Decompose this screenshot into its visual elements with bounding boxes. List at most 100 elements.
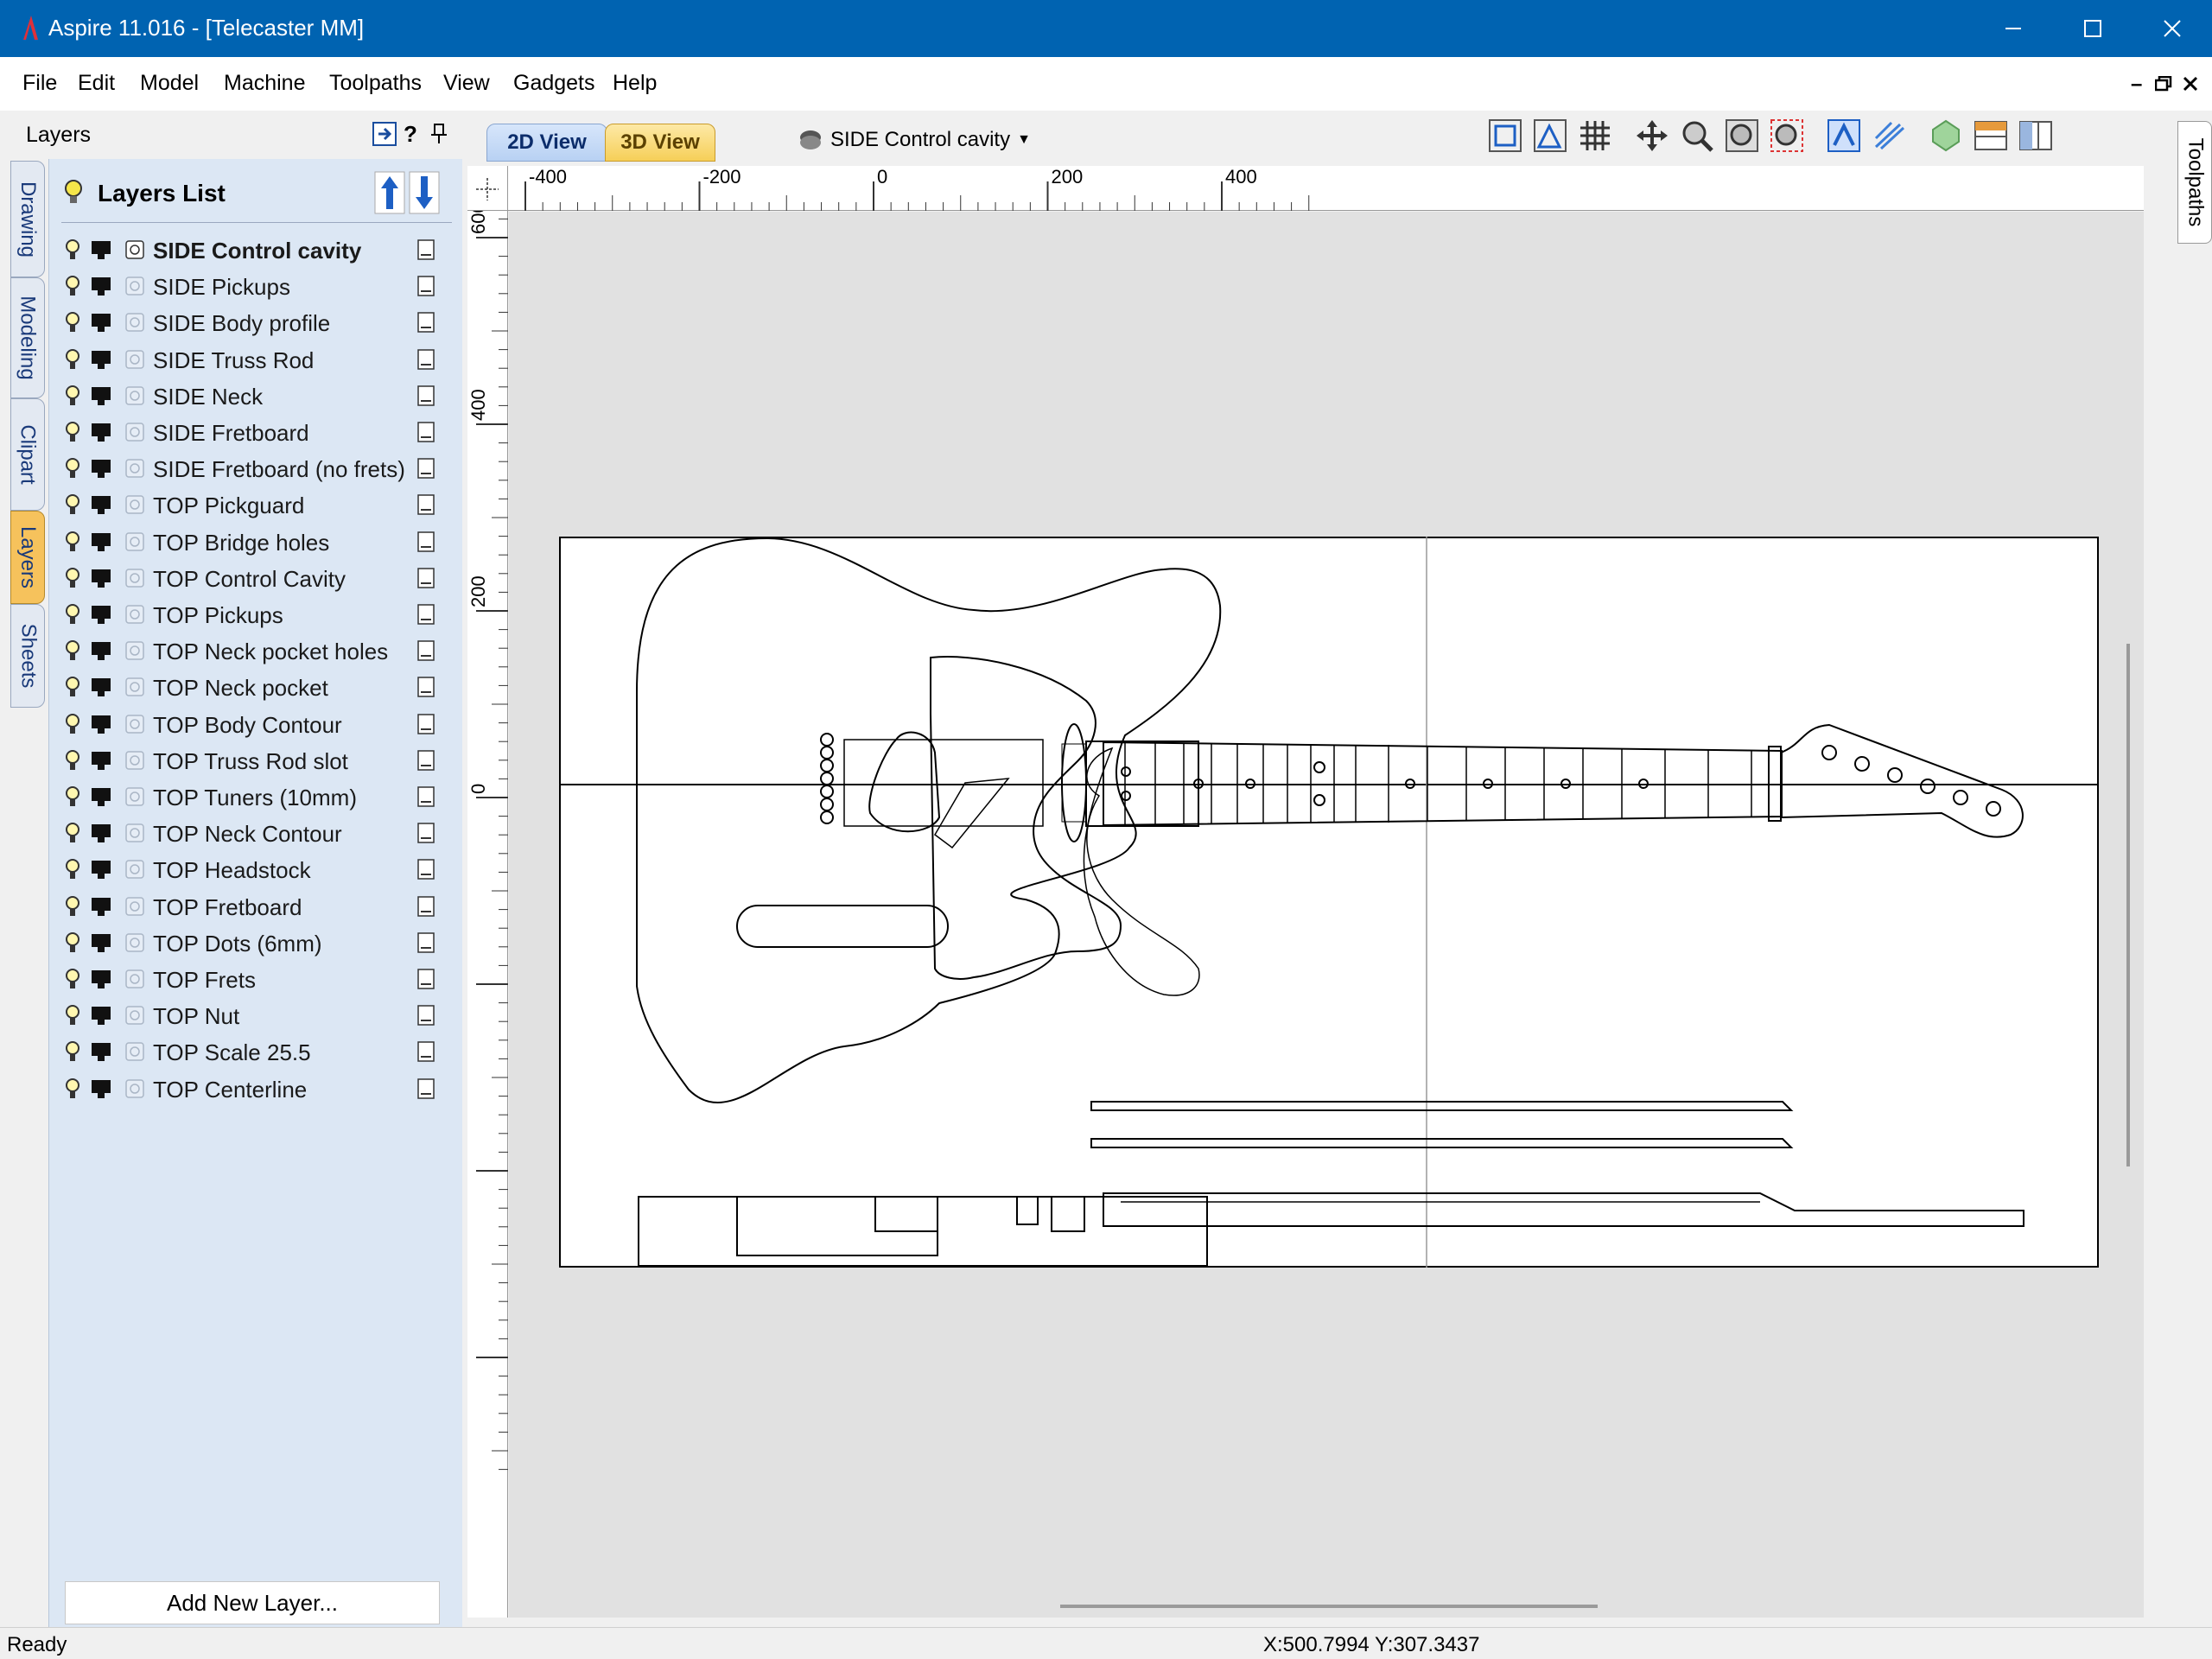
layer-row[interactable]: TOP Neck pocket [49,669,463,705]
lock-icon[interactable] [124,931,146,954]
layer-properties-icon[interactable] [416,713,435,735]
lock-icon[interactable] [124,348,146,371]
display-monitor-icon[interactable] [91,240,111,261]
layer-properties-icon[interactable] [416,567,435,589]
vertical-scrollbar[interactable] [2126,644,2130,1166]
display-monitor-icon[interactable] [91,386,111,407]
lock-icon[interactable] [124,785,146,808]
shaded-icon[interactable] [1928,118,1964,154]
tab-clipart[interactable]: Clipart [10,398,45,511]
display-monitor-icon[interactable] [91,933,111,954]
menu-gadgets[interactable]: Gadgets [513,71,595,96]
layer-properties-icon[interactable] [416,858,435,880]
layer-properties-icon[interactable] [416,603,435,626]
layer-row[interactable]: SIDE Truss Rod [49,341,463,378]
visibility-bulb-icon[interactable] [65,457,80,481]
layer-row[interactable]: SIDE Control cavity [49,232,463,268]
display-monitor-icon[interactable] [91,313,111,334]
help-icon[interactable]: ? [404,121,417,148]
zoom-icon[interactable] [1679,118,1715,154]
dock-panel-icon[interactable] [372,121,397,147]
lock-icon[interactable] [124,968,146,990]
display-monitor-icon[interactable] [91,495,111,516]
minimize-button[interactable] [1974,0,2053,57]
layer-properties-icon[interactable] [416,421,435,443]
lock-icon[interactable] [124,676,146,698]
layer-properties-icon[interactable] [416,348,435,371]
menu-model[interactable]: Model [140,71,199,96]
lock-icon[interactable] [124,1004,146,1027]
lock-icon[interactable] [124,275,146,297]
layout-vertical-icon[interactable] [2018,118,2054,154]
draw-vectors-icon[interactable] [1871,118,1907,154]
layer-properties-icon[interactable] [416,1077,435,1100]
layer-properties-icon[interactable] [416,639,435,662]
lock-icon[interactable] [124,531,146,553]
ruler-origin-corner[interactable] [467,166,508,211]
tab-drawing[interactable]: Drawing [10,161,45,277]
visibility-bulb-icon[interactable] [65,311,80,335]
lock-icon[interactable] [124,311,146,334]
layer-properties-icon[interactable] [416,676,435,698]
visibility-bulb-icon[interactable] [65,713,80,737]
menu-help[interactable]: Help [613,71,657,96]
move-layer-down-icon[interactable] [409,171,440,214]
layer-row[interactable]: SIDE Fretboard [49,414,463,450]
visibility-bulb-icon[interactable] [65,348,80,372]
layer-properties-icon[interactable] [416,311,435,334]
tab-modeling[interactable]: Modeling [10,277,45,398]
lock-icon[interactable] [124,421,146,443]
lock-icon[interactable] [124,1040,146,1063]
visibility-bulb-icon[interactable] [65,531,80,555]
visibility-bulb-icon[interactable] [65,385,80,409]
active-layer-dropdown[interactable]: SIDE Control cavity ▼ [798,123,1031,157]
lock-icon[interactable] [124,822,146,844]
lock-icon[interactable] [124,238,146,261]
display-monitor-icon[interactable] [91,605,111,626]
display-monitor-icon[interactable] [91,1042,111,1063]
layer-properties-icon[interactable] [416,895,435,918]
add-new-layer-button[interactable]: Add New Layer... [65,1581,440,1624]
display-monitor-icon[interactable] [91,823,111,844]
display-monitor-icon[interactable] [91,677,111,698]
doc-close-icon[interactable] [2183,76,2198,92]
display-monitor-icon[interactable] [91,969,111,990]
menu-edit[interactable]: Edit [78,71,115,96]
snap-icon[interactable] [1826,118,1862,154]
layer-row[interactable]: TOP Centerline [49,1071,463,1107]
tab-toolpaths[interactable]: Toolpaths [2177,121,2212,244]
tab-2d-view[interactable]: 2D View [486,124,607,162]
layer-properties-icon[interactable] [416,238,435,261]
layer-row[interactable]: TOP Scale 25.5 [49,1033,463,1070]
layer-properties-icon[interactable] [416,1004,435,1027]
display-monitor-icon[interactable] [91,1006,111,1027]
visibility-bulb-icon[interactable] [65,931,80,956]
layer-properties-icon[interactable] [416,822,435,844]
layer-row[interactable]: TOP Neck pocket holes [49,632,463,669]
layer-row[interactable]: TOP Control Cavity [49,560,463,596]
layer-properties-icon[interactable] [416,931,435,954]
menu-toolpaths[interactable]: Toolpaths [329,71,422,96]
lock-icon[interactable] [124,1077,146,1100]
layer-row[interactable]: TOP Nut [49,997,463,1033]
maximize-button[interactable] [2053,0,2133,57]
visibility-bulb-icon[interactable] [65,822,80,846]
horizontal-scrollbar[interactable] [1060,1605,1598,1608]
layer-row[interactable]: SIDE Neck [49,378,463,414]
layer-row[interactable]: SIDE Pickups [49,268,463,304]
visibility-bulb-icon[interactable] [65,603,80,627]
layer-properties-icon[interactable] [416,785,435,808]
material-setup-icon[interactable] [1532,118,1568,154]
display-monitor-icon[interactable] [91,751,111,772]
tab-layers[interactable]: Layers [10,511,45,604]
layer-properties-icon[interactable] [416,493,435,516]
drawing-canvas[interactable] [509,212,2144,1618]
doc-minimize-button[interactable]: – [2131,73,2142,97]
layer-properties-icon[interactable] [416,531,435,553]
layer-row[interactable]: TOP Dots (6mm) [49,925,463,961]
visibility-bulb-icon[interactable] [65,639,80,664]
display-monitor-icon[interactable] [91,787,111,808]
pan-icon[interactable] [1634,118,1670,154]
zoom-extents-icon[interactable] [1487,118,1523,154]
layer-properties-icon[interactable] [416,1040,435,1063]
